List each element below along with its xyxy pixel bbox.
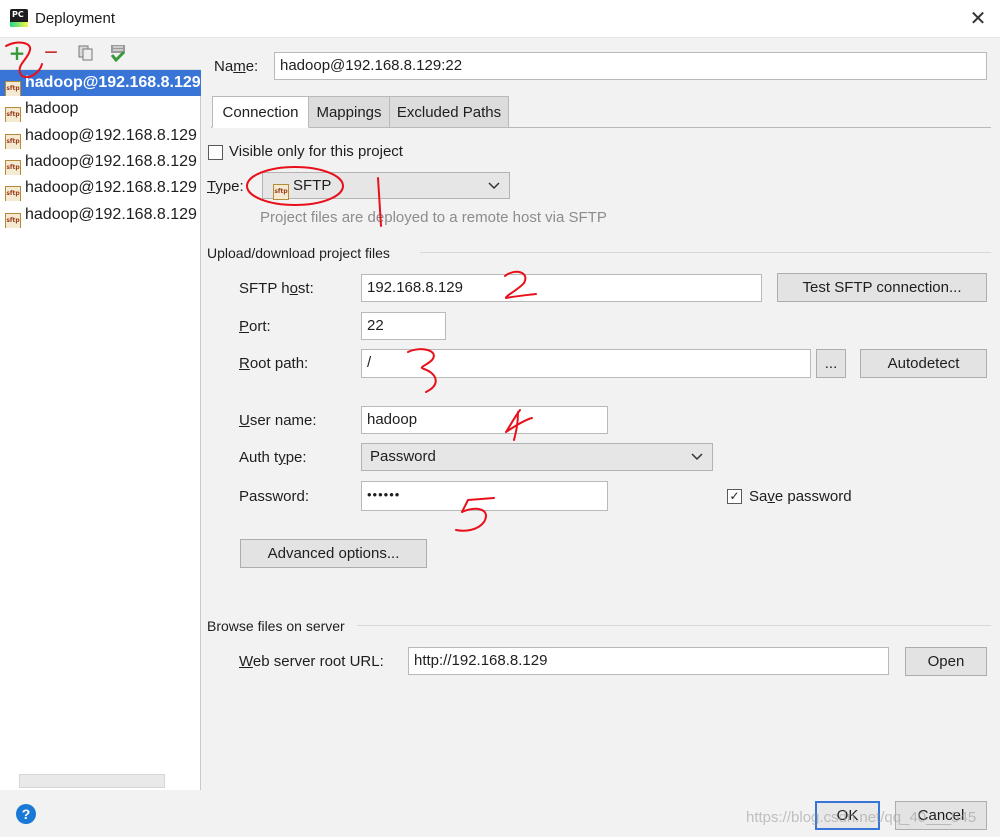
auth-type-select[interactable]: Password (361, 443, 713, 471)
browse-section-divider (357, 625, 991, 626)
sftp-host-input[interactable]: 192.168.8.129 (361, 274, 762, 302)
port-input[interactable]: 22 (361, 312, 446, 340)
tab-mappings[interactable]: Mappings (308, 96, 390, 128)
visible-only-label: Visible only for this project (229, 143, 403, 160)
tab-excluded-paths[interactable]: Excluded Paths (389, 96, 509, 128)
password-label: Password: (239, 488, 310, 505)
set-default-icon[interactable] (109, 44, 127, 63)
root-path-input[interactable]: / (361, 349, 811, 378)
type-hint: Project files are deployed to a remote h… (260, 209, 607, 226)
autodetect-button[interactable]: Autodetect (860, 349, 987, 378)
server-item-label: hadoop@192.168.8.129 (25, 179, 197, 197)
server-item-label: hadoop (25, 100, 79, 118)
server-item[interactable]: sftp hadoop (0, 96, 201, 123)
sftp-server-icon: sftp (5, 133, 21, 149)
tab-divider (211, 127, 991, 128)
sftp-icon: sftp (273, 184, 289, 200)
open-button[interactable]: Open (905, 647, 987, 676)
web-server-root-url-input[interactable]: http://192.168.8.129 (408, 647, 889, 675)
web-server-root-url-label: Web server root URL: (239, 653, 384, 670)
server-item-label: hadoop@192.168.8.129 (25, 74, 201, 91)
visible-only-checkbox[interactable] (208, 145, 223, 160)
tab-connection[interactable]: Connection (212, 96, 309, 128)
server-item-label: hadoop@192.168.8.129 (25, 205, 197, 223)
server-item-label: hadoop@192.168.8.129 (25, 126, 197, 144)
sftp-server-icon: sftp (5, 81, 21, 96)
port-label: Port: (239, 318, 271, 335)
browse-section-title: Browse files on server (207, 618, 345, 634)
advanced-options-button[interactable]: Advanced options... (240, 539, 427, 568)
server-list-scrollbar[interactable] (19, 774, 165, 788)
type-label: Type: (207, 178, 244, 195)
root-path-label: Root path: (239, 355, 309, 372)
upload-section-title: Upload/download project files (207, 245, 390, 261)
server-item[interactable]: sftp hadoop@192.168.8.129 (0, 70, 201, 96)
add-icon[interactable]: + (8, 43, 26, 63)
help-icon[interactable]: ? (16, 804, 36, 824)
name-input[interactable]: hadoop@192.168.8.129:22 (274, 52, 987, 80)
server-item[interactable]: sftp hadoop@192.168.8.129 (0, 175, 201, 202)
type-select[interactable]: sftp SFTP (262, 172, 510, 200)
browse-button[interactable]: ... (816, 349, 846, 378)
chevron-down-icon (488, 182, 500, 190)
sftp-host-label: SFTP host: (239, 280, 314, 297)
sftp-server-icon: sftp (5, 212, 21, 228)
type-value: SFTP (293, 177, 332, 194)
title-bar (0, 0, 1000, 38)
pycharm-app-icon: PC (10, 9, 28, 27)
auth-type-value: Password (370, 448, 436, 465)
save-password-checkbox[interactable]: ✓ (727, 489, 742, 504)
server-item[interactable]: sftp hadoop@192.168.8.129 (0, 149, 201, 175)
test-sftp-connection-button[interactable]: Test SFTP connection... (777, 273, 987, 302)
sftp-server-icon: sftp (5, 159, 21, 175)
window-title: Deployment (35, 10, 116, 27)
sftp-server-icon: sftp (5, 107, 21, 123)
server-item[interactable]: sftp hadoop@192.168.8.129 (0, 202, 201, 228)
chevron-down-icon (691, 453, 703, 461)
sftp-server-icon: sftp (5, 186, 21, 202)
name-label: Name: (214, 58, 259, 75)
server-item[interactable]: sftp hadoop@192.168.8.129 (0, 123, 201, 149)
watermark: https://blog.csdn.net/qq_40___545 (746, 809, 977, 826)
auth-type-label: Auth type: (239, 449, 307, 466)
upload-section-divider (420, 252, 991, 253)
user-name-input[interactable]: hadoop (361, 406, 608, 434)
close-icon[interactable]: ✕ (965, 4, 991, 32)
server-toolbar: + — (0, 38, 201, 70)
user-name-label: User name: (239, 412, 317, 429)
remove-icon[interactable]: — (42, 44, 60, 62)
server-item-label: hadoop@192.168.8.129 (25, 152, 197, 170)
save-password-label: Save password (749, 488, 852, 505)
password-input[interactable]: •••••• (361, 481, 608, 511)
copy-icon[interactable] (77, 44, 95, 62)
